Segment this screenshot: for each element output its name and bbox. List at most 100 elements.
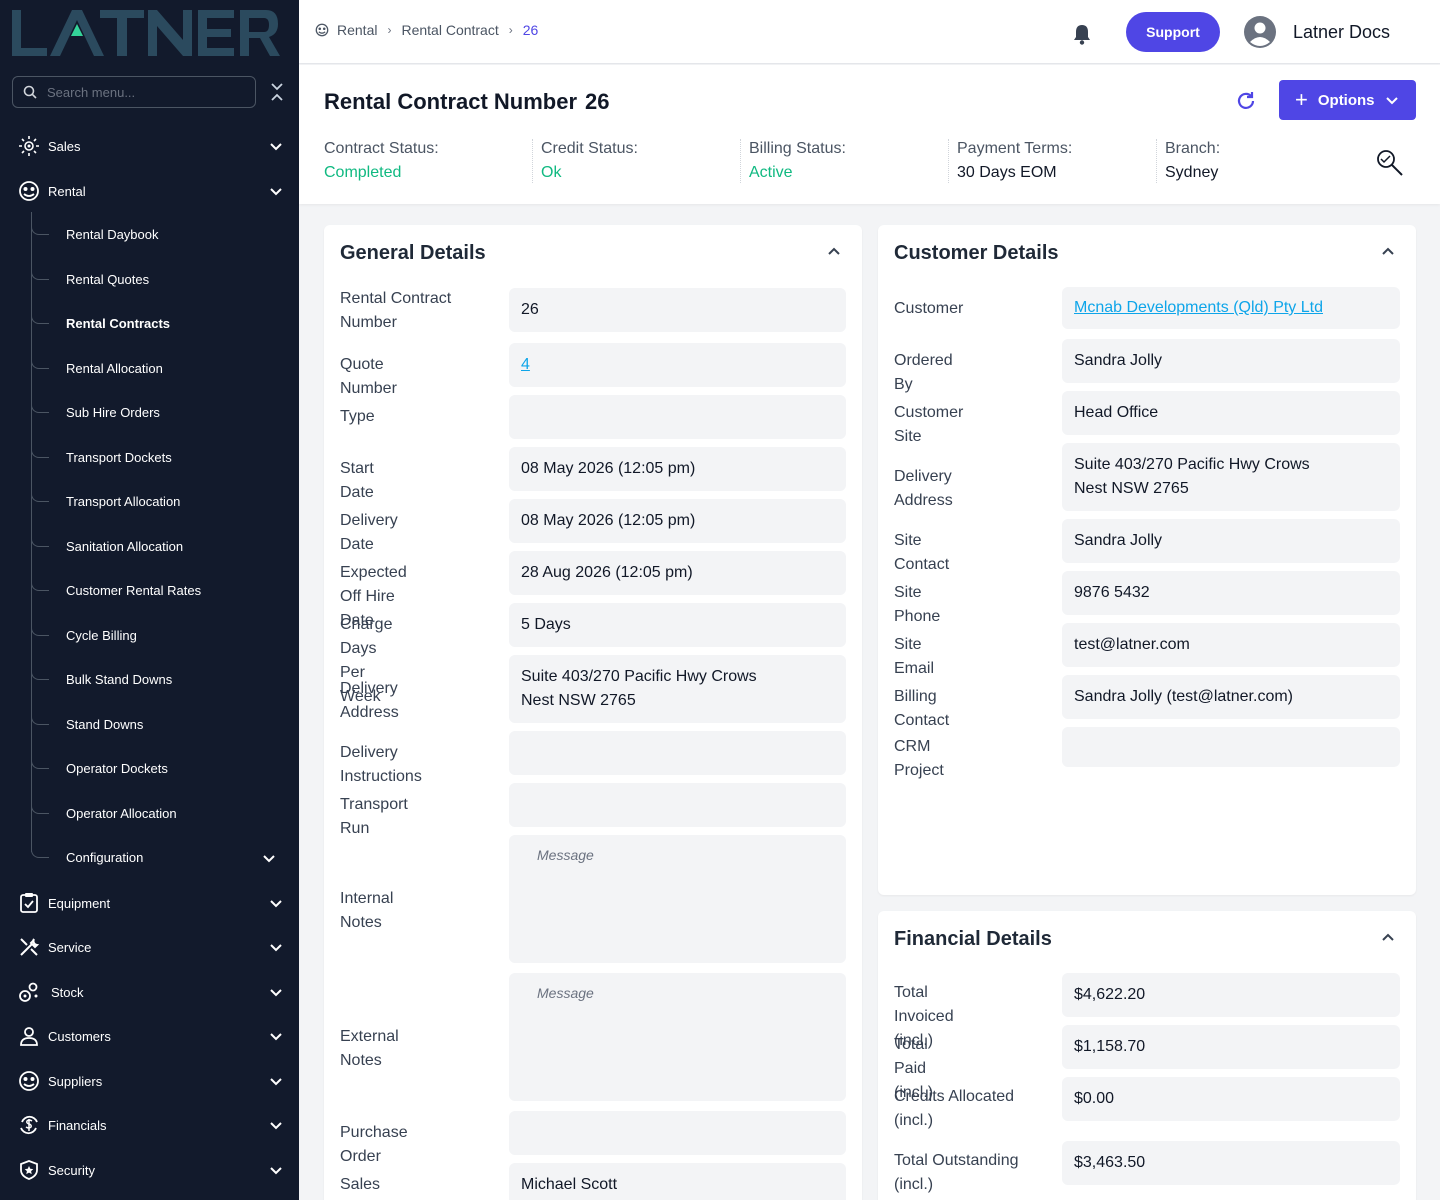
sidebar-item-sanitation-allocation[interactable]: Sanitation Allocation (0, 527, 299, 567)
customer-link[interactable]: Mcnab Developments (Qld) Pty Ltd (1074, 299, 1323, 316)
nav-customers-label: Customers (48, 1028, 111, 1044)
breadcrumb-rental-contract[interactable]: Rental Contract (401, 22, 498, 38)
branch-value: Sydney (1165, 164, 1219, 181)
avatar[interactable] (1244, 16, 1276, 48)
chevron-down-icon (1385, 97, 1398, 105)
nav-service[interactable]: Service (0, 927, 299, 967)
dollar-cycle-icon (18, 1114, 40, 1136)
latner-logo[interactable] (10, 8, 280, 58)
sidebar-item-operator-allocation[interactable]: Operator Allocation (0, 794, 299, 834)
sidebar-item-rental-allocation[interactable]: Rental Allocation (0, 349, 299, 389)
nav-suppliers-label: Suppliers (48, 1073, 103, 1089)
field-label: Total Outstanding (incl.) (894, 1152, 1019, 1193)
divider (532, 139, 533, 183)
customer-details-card: Customer Details Customer Mcnab Developm… (878, 225, 1416, 895)
field-label: Ordered By (894, 352, 953, 393)
total-invoiced-value: $4,622.20 (1062, 973, 1400, 1017)
nav-stock[interactable]: Stock (0, 972, 299, 1012)
nav-stock-label: Stock (51, 984, 84, 1000)
sidebar-item-operator-dockets[interactable]: Operator Dockets (0, 749, 299, 789)
nav-rental[interactable]: Rental (0, 171, 299, 211)
nav-equipment-label: Equipment (48, 895, 111, 911)
nav-security[interactable]: Security (0, 1150, 299, 1190)
chevron-up-icon[interactable] (1380, 930, 1396, 946)
suppliers-icon (18, 1070, 40, 1092)
nav-financials[interactable]: Financials (0, 1105, 299, 1145)
chevron-down-icon (270, 188, 282, 196)
chevron-up-icon[interactable] (1380, 244, 1396, 260)
divider (1156, 139, 1157, 183)
billing-status-value: Active (749, 164, 793, 181)
field-label: Purchase Order (340, 1124, 408, 1165)
sidebar-item-rental-quotes[interactable]: Rental Quotes (0, 260, 299, 300)
sales-icon (18, 135, 40, 157)
contract-status: Contract Status: Completed (324, 140, 439, 186)
refresh-icon[interactable] (1235, 90, 1257, 112)
sidebar-item-rental-contracts[interactable]: Rental Contracts (0, 304, 299, 344)
field-label: Delivery Address (340, 680, 399, 721)
sidebar-item-stand-downs[interactable]: Stand Downs (0, 705, 299, 745)
sidebar-item-bulk-stand-downs[interactable]: Bulk Stand Downs (0, 660, 299, 700)
breadcrumb: Rental › Rental Contract › 26 (315, 22, 538, 38)
top-bar: Rental › Rental Contract › 26 Support La… (299, 0, 1440, 64)
external-notes-placeholder: Message (537, 985, 594, 1001)
transport-run-value (509, 783, 846, 827)
delivery-address-value: Suite 403/270 Pacific Hwy Crows Nest NSW… (509, 655, 846, 723)
sales-rep-value: Michael Scott (509, 1163, 846, 1200)
field-label: Delivery Address (894, 468, 953, 509)
nav-financials-label: Financials (48, 1117, 107, 1133)
field-label: Quote Number (340, 356, 397, 397)
tools-icon (18, 936, 40, 958)
stock-icon (18, 981, 40, 1003)
sidebar-item-sub-hire-orders[interactable]: Sub Hire Orders (0, 393, 299, 433)
field-label: Billing Contact (894, 688, 950, 729)
nav-security-label: Security (48, 1162, 95, 1178)
options-button[interactable]: + Options (1279, 80, 1416, 120)
sidebar-item-transport-allocation[interactable]: Transport Allocation (0, 482, 299, 522)
total-paid-value: $1,158.70 (1062, 1025, 1400, 1069)
breadcrumb-current: 26 (522, 22, 539, 38)
internal-notes-textarea[interactable]: Message (509, 835, 846, 963)
field-label: Start Date (340, 460, 374, 501)
nav-customers[interactable]: Customers (0, 1016, 299, 1056)
bell-icon[interactable] (1072, 23, 1092, 45)
nav-suppliers[interactable]: Suppliers (0, 1061, 299, 1101)
contract-number: 26 (585, 89, 610, 114)
chevron-down-icon (263, 855, 275, 863)
customer-delivery-address-value: Suite 403/270 Pacific Hwy Crows Nest NSW… (1062, 443, 1400, 511)
chevron-down-icon (270, 944, 282, 952)
purchase-order-value (509, 1111, 846, 1155)
plus-icon: + (1295, 87, 1308, 112)
nav-equipment[interactable]: Equipment (0, 883, 299, 923)
nav-sales[interactable]: Sales (0, 126, 299, 166)
menu-search-input[interactable] (47, 84, 237, 100)
user-name[interactable]: Latner Docs (1293, 22, 1390, 43)
chevron-down-icon (270, 143, 282, 151)
chevron-down-icon (270, 900, 282, 908)
expected-off-hire-date-value: 28 Aug 2026 (12:05 pm) (509, 551, 846, 595)
payment-terms: Payment Terms: 30 Days EOM (957, 140, 1072, 186)
sidebar-item-rental-daybook[interactable]: Rental Daybook (0, 215, 299, 255)
sidebar-item-label: Sub Hire Orders (66, 405, 160, 420)
sidebar-item-customer-rental-rates[interactable]: Customer Rental Rates (0, 571, 299, 611)
billing-status-label: Billing Status: (749, 140, 846, 157)
chevron-up-icon[interactable] (826, 244, 842, 260)
billing-status: Billing Status: Active (749, 140, 846, 186)
sidebar-item-configuration[interactable]: Configuration (0, 838, 299, 878)
chevron-down-icon (270, 989, 282, 997)
support-button[interactable]: Support (1126, 12, 1220, 52)
payment-terms-label: Payment Terms: (957, 140, 1073, 157)
branch: Branch: Sydney (1165, 140, 1220, 186)
external-notes-textarea[interactable]: Message (509, 973, 846, 1101)
sidebar-item-cycle-billing[interactable]: Cycle Billing (0, 616, 299, 656)
branch-label: Branch: (1165, 140, 1221, 157)
quote-number-link[interactable]: 4 (521, 356, 530, 373)
sidebar-item-transport-dockets[interactable]: Transport Dockets (0, 438, 299, 478)
breadcrumb-rental[interactable]: Rental (337, 22, 377, 38)
magnifier-icon[interactable] (1375, 149, 1405, 177)
sidebar-item-label: Transport Dockets (66, 450, 172, 465)
collapse-menu-icon[interactable] (268, 82, 286, 102)
site-email-value: test@latner.com (1062, 623, 1400, 667)
shield-icon (18, 1159, 40, 1181)
total-outstanding-value: $3,463.50 (1062, 1141, 1400, 1185)
